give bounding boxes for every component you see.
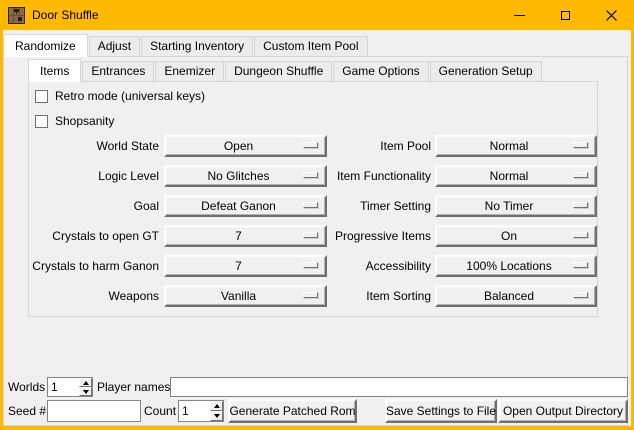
- minimize-icon: [514, 15, 525, 16]
- arrow-up-icon: [83, 381, 89, 385]
- dropdown-indicator-icon: [573, 142, 588, 148]
- retro-mode-checkbox[interactable]: [35, 90, 48, 103]
- item-functionality-label: Item Functionality: [315, 165, 431, 187]
- window-controls: [496, 0, 634, 30]
- worlds-spin-up-button[interactable]: [79, 378, 92, 387]
- goal-dropdown[interactable]: Defeat Ganon: [164, 195, 327, 217]
- tab-game-options[interactable]: Game Options: [333, 61, 428, 81]
- worlds-spin-buttons: [79, 378, 92, 396]
- tab-entrances[interactable]: Entrances: [82, 61, 154, 81]
- logic-level-dropdown[interactable]: No Glitches: [164, 165, 327, 187]
- crystals-harm-ganon-dropdown[interactable]: 7: [164, 255, 327, 277]
- window-title: Door Shuffle: [32, 8, 99, 22]
- item-sorting-dropdown[interactable]: Balanced: [435, 285, 597, 307]
- item-sorting-label: Item Sorting: [315, 285, 431, 307]
- item-pool-dropdown[interactable]: Normal: [435, 135, 597, 157]
- accessibility-label: Accessibility: [315, 255, 431, 277]
- retro-mode-row: Retro mode (universal keys): [35, 89, 205, 104]
- world-state-value: Open: [224, 139, 253, 153]
- logic-level-value: No Glitches: [207, 169, 269, 183]
- seed-field: [47, 400, 141, 422]
- worlds-spinbox[interactable]: [47, 377, 93, 397]
- maximize-icon: [561, 11, 570, 20]
- tab-randomize[interactable]: Randomize: [3, 34, 88, 57]
- timer-setting-value: No Timer: [485, 199, 534, 213]
- dropdown-indicator-icon: [573, 172, 588, 178]
- shopsanity-label: Shopsanity: [55, 114, 114, 129]
- progressive-items-label: Progressive Items: [315, 225, 431, 247]
- item-functionality-value: Normal: [490, 169, 529, 183]
- main-tab-bar: Randomize Adjust Starting Inventory Cust…: [3, 33, 369, 56]
- worlds-spin-down-button[interactable]: [79, 387, 92, 396]
- weapons-dropdown[interactable]: Vanilla: [164, 285, 327, 307]
- worlds-input[interactable]: [48, 378, 79, 396]
- timer-setting-dropdown[interactable]: No Timer: [435, 195, 597, 217]
- item-sorting-value: Balanced: [484, 289, 534, 303]
- arrow-up-icon: [214, 404, 220, 408]
- item-pool-value: Normal: [490, 139, 529, 153]
- goal-value: Defeat Ganon: [201, 199, 276, 213]
- logic-level-label: Logic Level: [29, 165, 159, 187]
- tab-custom-item-pool[interactable]: Custom Item Pool: [254, 36, 367, 56]
- count-input[interactable]: [179, 401, 210, 421]
- player-names-label: Player names: [97, 377, 170, 397]
- tab-starting-inventory[interactable]: Starting Inventory: [141, 36, 253, 56]
- randomize-panel: Items Entrances Enemizer Dungeon Shuffle…: [3, 56, 628, 426]
- worlds-label: Worlds: [8, 377, 45, 397]
- world-state-label: World State: [29, 135, 159, 157]
- crystals-open-gt-value: 7: [235, 229, 242, 243]
- shopsanity-checkbox[interactable]: [35, 115, 48, 128]
- progressive-items-dropdown[interactable]: On: [435, 225, 597, 247]
- dropdown-indicator-icon: [573, 232, 588, 238]
- dropdown-indicator-icon: [573, 292, 588, 298]
- weapons-value: Vanilla: [221, 289, 256, 303]
- crystals-open-gt-dropdown[interactable]: 7: [164, 225, 327, 247]
- weapons-label: Weapons: [29, 285, 159, 307]
- close-button[interactable]: [588, 0, 634, 30]
- crystals-open-gt-label: Crystals to open GT: [29, 225, 159, 247]
- tab-generation-setup[interactable]: Generation Setup: [430, 61, 542, 81]
- maximize-button[interactable]: [542, 0, 588, 30]
- item-pool-label: Item Pool: [315, 135, 431, 157]
- goal-label: Goal: [29, 195, 159, 217]
- seed-input[interactable]: [48, 401, 140, 421]
- world-state-dropdown[interactable]: Open: [164, 135, 327, 157]
- count-label: Count: [144, 400, 176, 422]
- retro-mode-label: Retro mode (universal keys): [55, 89, 205, 104]
- count-spin-buttons: [210, 401, 223, 421]
- tab-enemizer[interactable]: Enemizer: [155, 61, 224, 81]
- close-icon: [606, 10, 617, 21]
- seed-label: Seed #: [8, 400, 46, 422]
- titlebar[interactable]: Door Shuffle: [0, 0, 634, 30]
- tab-items[interactable]: Items: [28, 59, 81, 82]
- count-spin-up-button[interactable]: [210, 401, 223, 411]
- accessibility-value: 100% Locations: [466, 259, 551, 273]
- save-settings-button[interactable]: Save Settings to File: [385, 399, 497, 423]
- minimize-button[interactable]: [496, 0, 542, 30]
- generate-patched-rom-button[interactable]: Generate Patched Rom: [228, 399, 357, 423]
- shopsanity-row: Shopsanity: [35, 114, 114, 129]
- client-area: Randomize Adjust Starting Inventory Cust…: [3, 30, 631, 426]
- door-shuffle-window: Door Shuffle Randomize Adjust Starting I…: [0, 0, 634, 430]
- crystals-harm-ganon-value: 7: [235, 259, 242, 273]
- accessibility-dropdown[interactable]: 100% Locations: [435, 255, 597, 277]
- open-output-directory-button[interactable]: Open Output Directory: [498, 399, 628, 423]
- arrow-down-icon: [83, 390, 89, 394]
- sub-tab-bar: Items Entrances Enemizer Dungeon Shuffle…: [28, 58, 543, 81]
- count-spin-down-button[interactable]: [210, 411, 223, 421]
- door-icon: [8, 7, 25, 24]
- tab-dungeon-shuffle[interactable]: Dungeon Shuffle: [225, 61, 332, 81]
- tab-adjust[interactable]: Adjust: [89, 36, 140, 56]
- crystals-harm-ganon-label: Crystals to harm Ganon: [29, 255, 159, 277]
- item-functionality-dropdown[interactable]: Normal: [435, 165, 597, 187]
- dropdown-indicator-icon: [573, 202, 588, 208]
- player-names-input[interactable]: [171, 378, 627, 396]
- progressive-items-value: On: [501, 229, 517, 243]
- player-names-field: [170, 377, 628, 397]
- count-spinbox[interactable]: [178, 400, 224, 422]
- dropdown-indicator-icon: [573, 262, 588, 268]
- items-panel: Retro mode (universal keys) Shopsanity W…: [28, 81, 598, 317]
- timer-setting-label: Timer Setting: [315, 195, 431, 217]
- arrow-down-icon: [214, 414, 220, 418]
